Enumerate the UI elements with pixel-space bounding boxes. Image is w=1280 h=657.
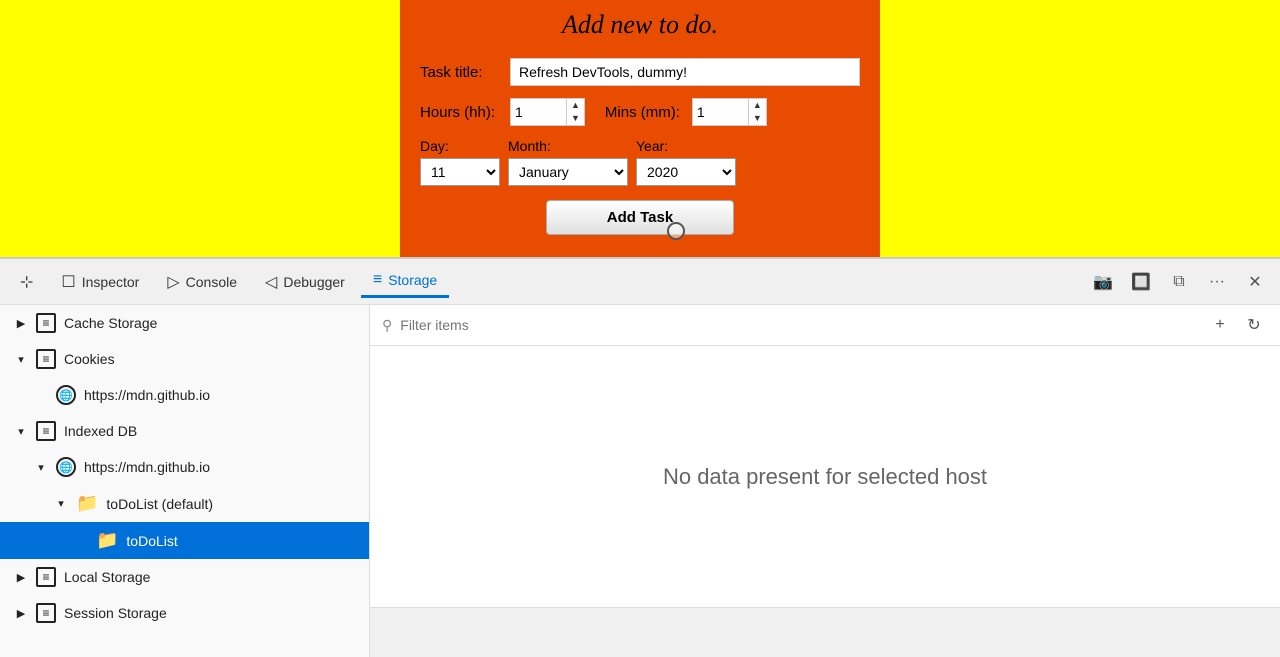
sidebar-item-cookies[interactable]: ▾ ≡ Cookies (0, 341, 369, 377)
app-form: Add new to do. Task title: Hours (hh): ▲… (400, 0, 880, 257)
tab-console[interactable]: ▷ Console (155, 266, 249, 298)
storage-icon: ≡ (373, 271, 382, 289)
add-button[interactable]: + (1206, 311, 1234, 339)
hours-spin: ▲ ▼ (566, 99, 584, 125)
add-task-button[interactable]: Add Task (546, 200, 734, 235)
cache-storage-icon: ≡ (36, 313, 56, 333)
hours-mins-row: Hours (hh): ▲ ▼ Mins (mm): ▲ ▼ (420, 98, 860, 126)
responsive-button[interactable]: 🔲 (1124, 265, 1158, 299)
cursor-indicator (667, 222, 685, 240)
day-label: Day: (420, 138, 500, 154)
task-label: Task title: (420, 64, 510, 81)
mins-input-wrap: ▲ ▼ (692, 98, 767, 126)
empty-message: No data present for selected host (370, 346, 1280, 607)
year-label: Year: (636, 138, 736, 154)
indexed-db-icon: ≡ (36, 421, 56, 441)
session-storage-label: Session Storage (64, 605, 167, 621)
sidebar-item-todolist-default[interactable]: ▾ 📁 toDoList (default) (0, 485, 369, 522)
local-storage-icon: ≡ (36, 567, 56, 587)
session-storage-icon: ≡ (36, 603, 56, 623)
local-storage-label: Local Storage (64, 569, 150, 585)
sidebar-item-indexed-db-mdn[interactable]: ▾ 🌐 https://mdn.github.io (0, 449, 369, 485)
cache-storage-label: Cache Storage (64, 315, 157, 331)
sidebar-item-local-storage[interactable]: ▶ ≡ Local Storage (0, 559, 369, 595)
mins-label: Mins (mm): (605, 104, 680, 121)
year-group: Year: 2020 (636, 138, 736, 186)
inspector-icon: ☐ (61, 272, 75, 292)
todolist-default-label: toDoList (default) (106, 496, 213, 512)
mins-input[interactable] (693, 99, 748, 125)
folder-icon: 📁 (76, 493, 98, 514)
devtools-content: ▶ ≡ Cache Storage ▾ ≡ Cookies 🌐 https://… (0, 305, 1280, 657)
filter-icon: ⚲ (382, 317, 392, 334)
console-label: Console (186, 274, 237, 290)
date-row: Day: 11 Month: January Year: 2020 (420, 138, 860, 186)
sidebar-item-cookies-mdn[interactable]: 🌐 https://mdn.github.io (0, 377, 369, 413)
debugger-label: Debugger (283, 274, 345, 290)
devtools-toolbar: ⊹ ☐ Inspector ▷ Console ◁ Debugger ≡ Sto… (0, 257, 1280, 305)
tab-debugger[interactable]: ◁ Debugger (253, 266, 357, 298)
mins-up[interactable]: ▲ (749, 99, 766, 112)
devtools-sidebar: ▶ ≡ Cache Storage ▾ ≡ Cookies 🌐 https://… (0, 305, 370, 657)
console-icon: ▷ (167, 272, 179, 292)
month-group: Month: January (508, 138, 628, 186)
tab-pick[interactable]: ⊹ (8, 266, 45, 298)
task-title-row: Task title: (420, 58, 860, 86)
globe-icon: 🌐 (56, 385, 76, 405)
tab-inspector[interactable]: ☐ Inspector (49, 266, 151, 298)
hours-label: Hours (hh): (420, 104, 510, 121)
sidebar-item-cache-storage[interactable]: ▶ ≡ Cache Storage (0, 305, 369, 341)
mins-down[interactable]: ▼ (749, 112, 766, 125)
close-button[interactable]: ✕ (1238, 265, 1272, 299)
hours-input-wrap: ▲ ▼ (510, 98, 585, 126)
app-area: Add new to do. Task title: Hours (hh): ▲… (0, 0, 1280, 257)
sidebar-item-todolist[interactable]: 📁 toDoList (0, 522, 369, 559)
debugger-icon: ◁ (265, 272, 277, 292)
year-select[interactable]: 2020 (636, 158, 736, 186)
sidebar-item-indexed-db[interactable]: ▾ ≡ Indexed DB (0, 413, 369, 449)
filter-bar: ⚲ + ↻ (370, 305, 1280, 346)
indexed-db-mdn-label: https://mdn.github.io (84, 459, 210, 475)
month-select[interactable]: January (508, 158, 628, 186)
chevron-right-icon-3: ▶ (14, 607, 28, 620)
task-input[interactable] (510, 58, 860, 86)
sidebar-item-session-storage[interactable]: ▶ ≡ Session Storage (0, 595, 369, 631)
inspector-label: Inspector (82, 274, 140, 290)
hours-up[interactable]: ▲ (567, 99, 584, 112)
chevron-down-icon-3: ▾ (34, 461, 48, 474)
hours-input[interactable] (511, 99, 566, 125)
storage-label: Storage (388, 272, 437, 288)
mins-spin: ▲ ▼ (748, 99, 766, 125)
day-select[interactable]: 11 (420, 158, 500, 186)
devtools-main: ⚲ + ↻ No data present for selected host (370, 305, 1280, 657)
app-title: Add new to do. (420, 10, 860, 40)
cookies-mdn-label: https://mdn.github.io (84, 387, 210, 403)
chevron-down-icon: ▾ (14, 353, 28, 366)
month-label: Month: (508, 138, 628, 154)
todolist-label: toDoList (126, 533, 177, 549)
more-button[interactable]: ··· (1200, 265, 1234, 299)
filter-input[interactable] (400, 317, 1198, 333)
pick-icon: ⊹ (20, 272, 33, 292)
indexed-db-label: Indexed DB (64, 423, 137, 439)
cookies-label: Cookies (64, 351, 115, 367)
cookies-icon: ≡ (36, 349, 56, 369)
popout-button[interactable]: ⧉ (1162, 265, 1196, 299)
chevron-down-icon-2: ▾ (14, 425, 28, 438)
folder-icon-2: 📁 (96, 530, 118, 551)
chevron-down-icon-4: ▾ (54, 497, 68, 510)
screenshot-button[interactable]: 📷 (1086, 265, 1120, 299)
add-btn-wrap: Add Task (420, 200, 860, 235)
globe-icon-2: 🌐 (56, 457, 76, 477)
refresh-button[interactable]: ↻ (1240, 311, 1268, 339)
tab-storage[interactable]: ≡ Storage (361, 265, 449, 298)
day-group: Day: 11 (420, 138, 500, 186)
main-bottom-bar (370, 607, 1280, 657)
chevron-right-icon: ▶ (14, 317, 28, 330)
chevron-right-icon-2: ▶ (14, 571, 28, 584)
hours-down[interactable]: ▼ (567, 112, 584, 125)
filter-actions: + ↻ (1206, 311, 1268, 339)
